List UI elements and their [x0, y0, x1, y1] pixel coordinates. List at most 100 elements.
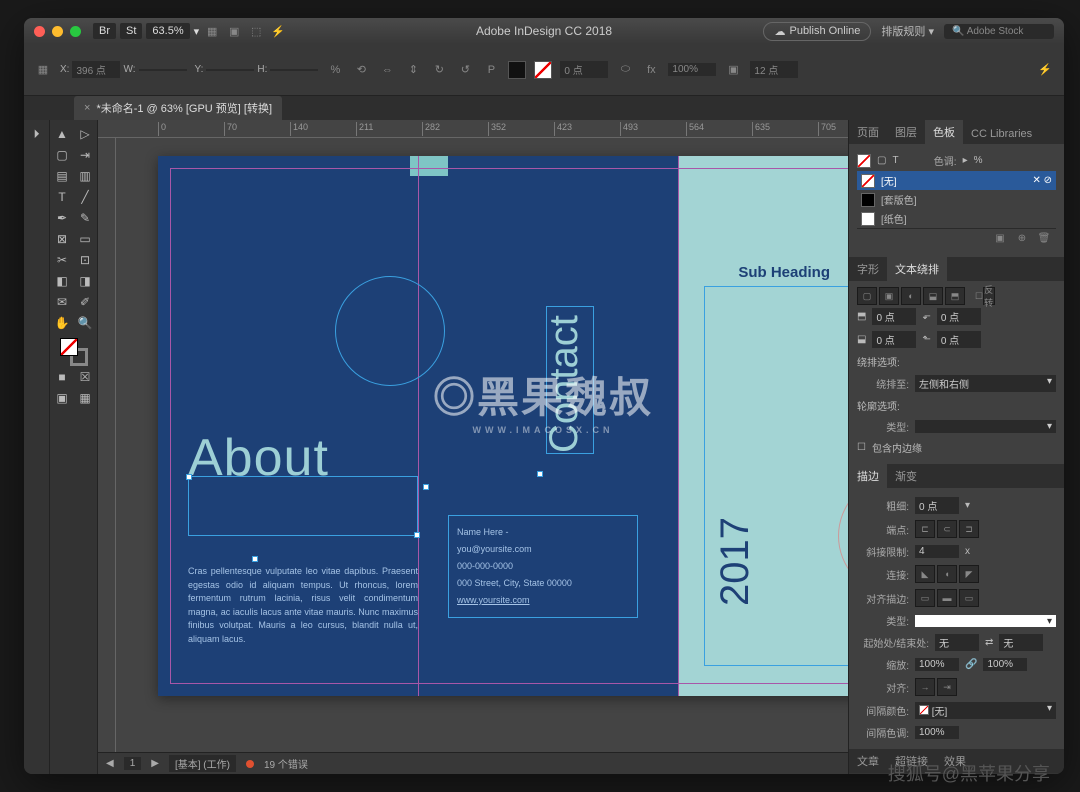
character-icon[interactable]: P	[482, 61, 500, 79]
flip-h-icon[interactable]: ⇔	[378, 61, 396, 79]
textwrap-icon[interactable]: ▣	[724, 61, 742, 79]
document-page[interactable]: About Contact Sub Heading 2017 Cras pell…	[158, 156, 848, 696]
align-outside-icon[interactable]: ▭	[959, 589, 979, 607]
arrow-align-1-icon[interactable]: →	[915, 678, 935, 696]
view-options-icon[interactable]: ▦	[203, 22, 221, 40]
gap-color-dropdown[interactable]: [无]▾	[915, 702, 1056, 719]
tab-swatches[interactable]: 色板	[925, 120, 963, 144]
container-formatting-icon[interactable]: ▢	[877, 155, 886, 166]
wrap-right-field[interactable]: 0 点	[937, 331, 981, 348]
circle-frame-1[interactable]	[335, 276, 445, 386]
w-field[interactable]	[139, 69, 187, 71]
normal-view-icon[interactable]: ▣	[51, 388, 73, 408]
ref-point-icon[interactable]: ▦	[34, 61, 52, 79]
collapse-icon[interactable]: ⏵	[26, 124, 48, 144]
start-arrow[interactable]: 无	[935, 634, 979, 651]
direct-selection-tool-icon[interactable]: ▷	[74, 124, 96, 144]
join-miter-icon[interactable]: ◣	[915, 565, 935, 583]
apply-color-icon[interactable]: ■	[51, 367, 73, 387]
corner-icon[interactable]: ⬭	[616, 61, 634, 79]
tab-glyphs[interactable]: 字形	[849, 257, 887, 281]
join-bevel-icon[interactable]: ◤	[959, 565, 979, 583]
scale-start[interactable]: 100%	[915, 658, 959, 671]
scale-icon[interactable]: %	[326, 61, 344, 79]
selection-handle[interactable]	[252, 556, 258, 562]
tab-text-wrap[interactable]: 文本绕排	[887, 257, 947, 281]
page-tool-icon[interactable]: ▢	[51, 145, 73, 165]
delete-swatch-icon[interactable]: 🗑	[1036, 233, 1052, 247]
indent-field[interactable]: 12 点	[750, 61, 798, 78]
rotate-ccw-icon[interactable]: ↺	[456, 61, 474, 79]
wrap-bottom-field[interactable]: 0 点	[872, 331, 916, 348]
gap-tint-field[interactable]: 100%	[915, 726, 959, 739]
tab-pages[interactable]: 页面	[849, 120, 887, 144]
tab-story[interactable]: 文章	[849, 749, 887, 773]
zoom-dropdown-icon[interactable]: ▾	[194, 25, 200, 38]
prev-spread-icon[interactable]: ◀	[106, 758, 114, 769]
line-tool-icon[interactable]: ╱	[74, 187, 96, 207]
publish-online-button[interactable]: ☁ Publish Online	[763, 22, 871, 41]
lightning-icon[interactable]: ⚡	[1036, 61, 1054, 79]
free-transform-icon[interactable]: ⊡	[74, 250, 96, 270]
scale-end[interactable]: 100%	[983, 658, 1027, 671]
bridge-button[interactable]: Br	[93, 23, 116, 39]
join-round-icon[interactable]: ◖	[937, 565, 957, 583]
document-tab[interactable]: × *未命名-1 @ 63% [GPU 预览] [转换]	[74, 96, 282, 120]
teal-tab-shape[interactable]	[410, 156, 448, 176]
cap-round-icon[interactable]: ⊂	[937, 520, 957, 538]
sub-heading-text[interactable]: Sub Heading	[738, 264, 830, 281]
end-arrow[interactable]: 无	[999, 634, 1043, 651]
y-field[interactable]	[206, 69, 254, 71]
preflight-error-icon[interactable]	[246, 760, 254, 768]
vertical-ruler[interactable]	[98, 138, 116, 752]
h-field[interactable]	[270, 69, 318, 71]
miter-limit-field[interactable]: 4	[915, 545, 959, 558]
apply-none-icon[interactable]: ☒	[74, 367, 96, 387]
gradient-swatch-icon[interactable]: ◧	[51, 271, 73, 291]
fill-proxy-icon[interactable]	[857, 154, 871, 168]
adobe-stock-search[interactable]: 🔍 Adobe Stock	[944, 24, 1054, 39]
wrap-bbox-icon[interactable]: ▣	[879, 287, 899, 305]
tab-gradient[interactable]: 渐变	[887, 464, 925, 488]
fill-stroke-indicator[interactable]	[60, 338, 88, 366]
swap-icon[interactable]: ⇄	[985, 637, 993, 648]
arrow-align-2-icon[interactable]: ⇥	[937, 678, 957, 696]
rectangle-frame-icon[interactable]: ⊠	[51, 229, 73, 249]
stock-button[interactable]: St	[120, 23, 142, 39]
text-frame-2[interactable]	[704, 286, 848, 666]
text-frame-1[interactable]	[188, 476, 418, 536]
contour-type-dropdown[interactable]: ▾	[915, 420, 1056, 433]
zoom-tool-icon[interactable]: 🔍	[74, 313, 96, 333]
align-inside-icon[interactable]: ▬	[937, 589, 957, 607]
stroke-swatch[interactable]	[534, 61, 552, 79]
layout-rules-menu[interactable]: 排版规则 ▾	[881, 23, 934, 39]
gap-tool-icon[interactable]: ⇥	[74, 145, 96, 165]
fx-button[interactable]: fx	[642, 61, 660, 79]
new-swatch-icon[interactable]: ⊕	[1014, 233, 1030, 247]
stroke-weight-field[interactable]: 0 点	[915, 497, 959, 514]
cap-butt-icon[interactable]: ⊏	[915, 520, 935, 538]
tint-slider-icon[interactable]: ▸	[963, 155, 968, 166]
canvas[interactable]: About Contact Sub Heading 2017 Cras pell…	[98, 138, 848, 752]
note-tool-icon[interactable]: ✉	[51, 292, 73, 312]
gradient-feather-icon[interactable]: ◨	[74, 271, 96, 291]
tab-layers[interactable]: 图层	[887, 120, 925, 144]
opacity-field[interactable]: 100%	[668, 63, 716, 76]
stroke-type-dropdown[interactable]: ▾	[915, 615, 1056, 627]
wrap-jump-icon[interactable]: ⬓	[923, 287, 943, 305]
minimize-icon[interactable]	[52, 26, 63, 37]
page-number-field[interactable]: 1	[124, 757, 142, 770]
scissors-tool-icon[interactable]: ✂	[51, 250, 73, 270]
bolt-icon[interactable]: ⚡	[269, 22, 287, 40]
rectangle-tool-icon[interactable]: ▭	[74, 229, 96, 249]
content-placer-icon[interactable]: ▥	[74, 166, 96, 186]
tab-stroke[interactable]: 描边	[849, 464, 887, 488]
rotate-cw-icon[interactable]: ↻	[430, 61, 448, 79]
preview-mode-icon[interactable]: ▦	[74, 388, 96, 408]
preflight-errors[interactable]: 19 个错误	[264, 756, 308, 771]
align-center-icon[interactable]: ▭	[915, 589, 935, 607]
contact-info-frame[interactable]: Name Here - you@yoursite.com 000-000-000…	[448, 515, 638, 618]
arrange-icon[interactable]: ⬚	[247, 22, 265, 40]
cap-proj-icon[interactable]: ⊐	[959, 520, 979, 538]
fill-color-icon[interactable]	[60, 338, 78, 356]
